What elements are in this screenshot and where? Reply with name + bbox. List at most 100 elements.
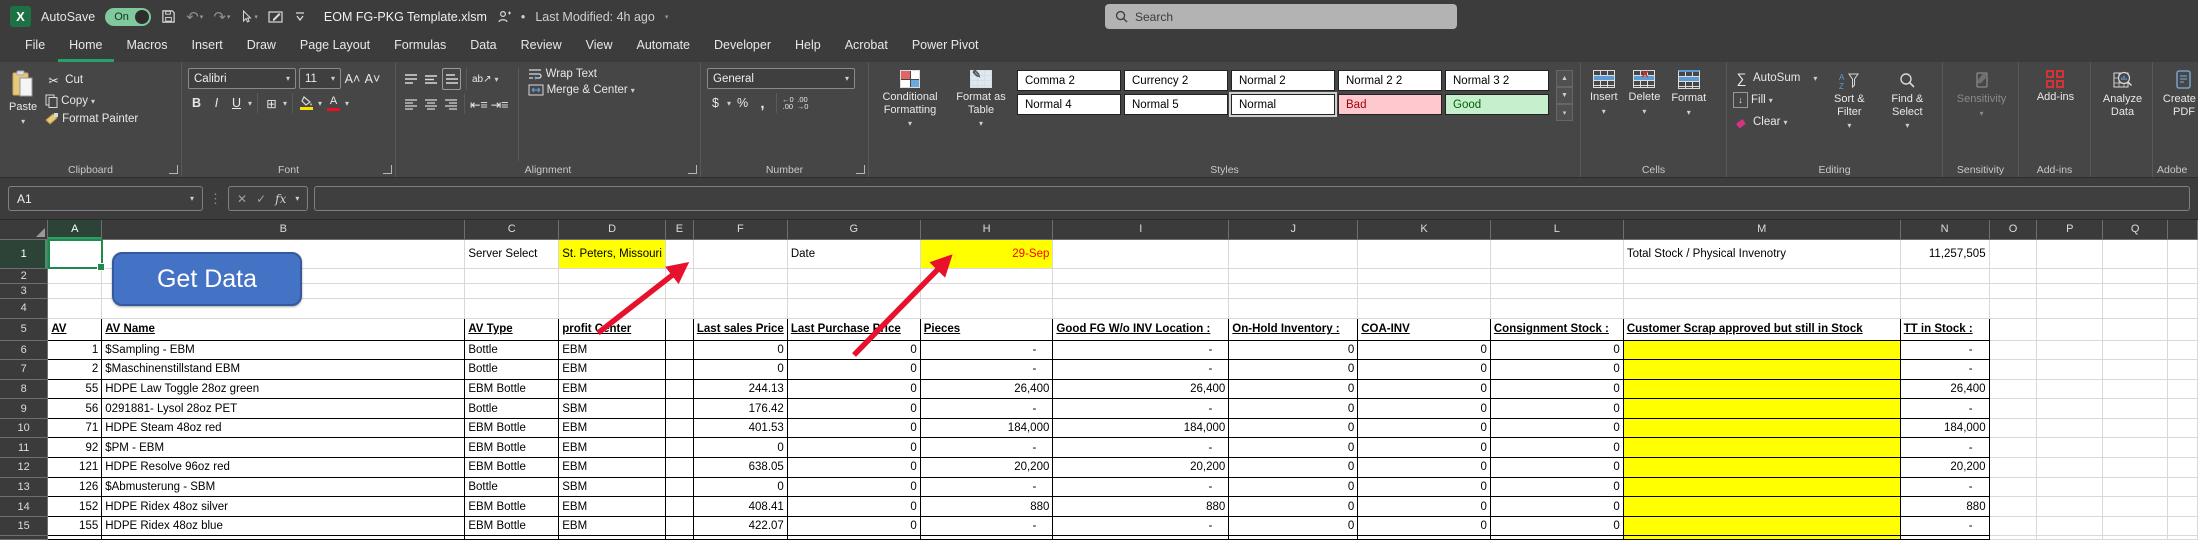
cell-I11[interactable]: - bbox=[1053, 438, 1229, 458]
cell-I2[interactable] bbox=[1053, 268, 1229, 283]
cell-R10[interactable] bbox=[2167, 418, 2197, 438]
cell-I10[interactable]: 184,000 bbox=[1053, 418, 1229, 438]
decrease-decimal-button[interactable]: .00→0 bbox=[797, 96, 809, 111]
cell-J13[interactable]: 0 bbox=[1229, 477, 1358, 497]
increase-font-button[interactable]: A˄ bbox=[344, 69, 361, 89]
cell-J4[interactable] bbox=[1229, 298, 1358, 318]
cell-G16[interactable] bbox=[787, 536, 920, 540]
table-header-G5[interactable]: Last Purchase Price bbox=[787, 318, 920, 340]
cell-Q3[interactable] bbox=[2103, 283, 2168, 298]
cell-A11[interactable]: 92 bbox=[48, 438, 102, 458]
decrease-indent-button[interactable]: ⇤≡ bbox=[470, 94, 488, 114]
cell-E10[interactable] bbox=[665, 418, 693, 438]
cell-C8[interactable]: EBM Bottle bbox=[465, 379, 559, 399]
underline-button[interactable]: U bbox=[228, 93, 245, 113]
cell-I9[interactable]: - bbox=[1053, 399, 1229, 419]
cell-Q2[interactable] bbox=[2103, 268, 2168, 283]
cell-L8[interactable]: 0 bbox=[1490, 379, 1623, 399]
clear-button[interactable]: ◆Clear▾ bbox=[1733, 112, 1817, 132]
cell-B8[interactable]: HDPE Law Toggle 28oz green bbox=[102, 379, 465, 399]
cell-P3[interactable] bbox=[2037, 283, 2103, 298]
orientation-button[interactable]: ab↗ bbox=[472, 69, 492, 89]
cell-K12[interactable]: 0 bbox=[1358, 458, 1491, 478]
cell-K1[interactable] bbox=[1358, 239, 1491, 268]
cell-F2[interactable] bbox=[693, 268, 787, 283]
col-header-B[interactable]: B bbox=[102, 220, 465, 239]
cell-J2[interactable] bbox=[1229, 268, 1358, 283]
cell-R5[interactable] bbox=[2167, 318, 2197, 340]
wrap-text-button[interactable]: Wrap Text bbox=[528, 68, 635, 80]
formula-input[interactable] bbox=[314, 186, 2190, 211]
cell-E13[interactable] bbox=[665, 477, 693, 497]
cell-A14[interactable]: 152 bbox=[48, 497, 102, 517]
cell-A13[interactable]: 126 bbox=[48, 477, 102, 497]
cell-R12[interactable] bbox=[2167, 458, 2197, 478]
copy-button[interactable]: Copy▾ bbox=[45, 94, 138, 108]
cell-A8[interactable]: 55 bbox=[48, 379, 102, 399]
tab-insert[interactable]: Insert bbox=[180, 33, 233, 62]
cell-O12[interactable] bbox=[1989, 458, 2037, 478]
cell-B12[interactable]: HDPE Resolve 96oz red bbox=[102, 458, 465, 478]
cell-D14[interactable]: EBM bbox=[559, 497, 666, 517]
cell-P7[interactable] bbox=[2037, 360, 2103, 380]
table-header-C5[interactable]: AV Type bbox=[465, 318, 559, 340]
cell-C9[interactable]: Bottle bbox=[465, 399, 559, 419]
cell-K4[interactable] bbox=[1358, 298, 1491, 318]
cell-G9[interactable]: 0 bbox=[787, 399, 920, 419]
gallery-more-button[interactable]: ▾ bbox=[1556, 104, 1573, 121]
cell-R9[interactable] bbox=[2167, 399, 2197, 419]
cell-D9[interactable]: SBM bbox=[559, 399, 666, 419]
col-header-I[interactable]: I bbox=[1053, 220, 1229, 239]
cell-L10[interactable]: 0 bbox=[1490, 418, 1623, 438]
cell-F7[interactable]: 0 bbox=[693, 360, 787, 380]
style-good[interactable]: Good bbox=[1445, 94, 1549, 115]
row-header-6[interactable]: 6 bbox=[0, 340, 48, 360]
cell-H4[interactable] bbox=[920, 298, 1053, 318]
cell-H9[interactable]: - bbox=[920, 399, 1053, 419]
tab-review[interactable]: Review bbox=[510, 33, 573, 62]
quick-access-overflow-button[interactable] bbox=[294, 12, 306, 22]
cell-A4[interactable] bbox=[48, 298, 102, 318]
tab-formulas[interactable]: Formulas bbox=[383, 33, 457, 62]
cell-Q16[interactable] bbox=[2103, 536, 2168, 540]
get-data-button[interactable]: Get Data bbox=[112, 252, 302, 306]
col-header-C[interactable]: C bbox=[465, 220, 559, 239]
cell-M3[interactable] bbox=[1623, 283, 1900, 298]
cell-F14[interactable]: 408.41 bbox=[693, 497, 787, 517]
row-header-8[interactable]: 8 bbox=[0, 379, 48, 399]
style-comma-2[interactable]: Comma 2 bbox=[1017, 70, 1121, 91]
style-normal-3-2[interactable]: Normal 3 2 bbox=[1445, 70, 1549, 91]
style-normal[interactable]: Normal bbox=[1231, 94, 1335, 115]
cell-O10[interactable] bbox=[1989, 418, 2037, 438]
cell-F13[interactable]: 0 bbox=[693, 477, 787, 497]
cut-button[interactable]: ✂Cut bbox=[45, 70, 138, 90]
cell-L9[interactable]: 0 bbox=[1490, 399, 1623, 419]
tab-help[interactable]: Help bbox=[784, 33, 832, 62]
cell-E16[interactable] bbox=[665, 536, 693, 540]
cell-C2[interactable] bbox=[465, 268, 559, 283]
cell-L13[interactable]: 0 bbox=[1490, 477, 1623, 497]
row-header-1[interactable]: 1 bbox=[0, 239, 48, 268]
table-header-N5[interactable]: TT in Stock : bbox=[1900, 318, 1989, 340]
cell-Q11[interactable] bbox=[2103, 438, 2168, 458]
cell-Q6[interactable] bbox=[2103, 340, 2168, 360]
cell-E2[interactable] bbox=[665, 268, 693, 283]
cell-P6[interactable] bbox=[2037, 340, 2103, 360]
style-normal-2[interactable]: Normal 2 bbox=[1231, 70, 1335, 91]
cell-A9[interactable]: 56 bbox=[48, 399, 102, 419]
cell-D12[interactable]: EBM bbox=[559, 458, 666, 478]
cell-M2[interactable] bbox=[1623, 268, 1900, 283]
search-input[interactable]: Search bbox=[1105, 4, 1457, 29]
cell-M10[interactable] bbox=[1623, 418, 1900, 438]
cell-F16[interactable] bbox=[693, 536, 787, 540]
cell-L1[interactable] bbox=[1490, 239, 1623, 268]
format-as-table-button[interactable]: ✎ Format as Table▾ bbox=[950, 68, 1012, 130]
cell-L7[interactable]: 0 bbox=[1490, 360, 1623, 380]
cell-R2[interactable] bbox=[2167, 268, 2197, 283]
row-header-13[interactable]: 13 bbox=[0, 477, 48, 497]
cell-J14[interactable]: 0 bbox=[1229, 497, 1358, 517]
cell-C13[interactable]: Bottle bbox=[465, 477, 559, 497]
cell-Q12[interactable] bbox=[2103, 458, 2168, 478]
percent-style-button[interactable]: % bbox=[734, 93, 751, 113]
cell-D13[interactable]: SBM bbox=[559, 477, 666, 497]
